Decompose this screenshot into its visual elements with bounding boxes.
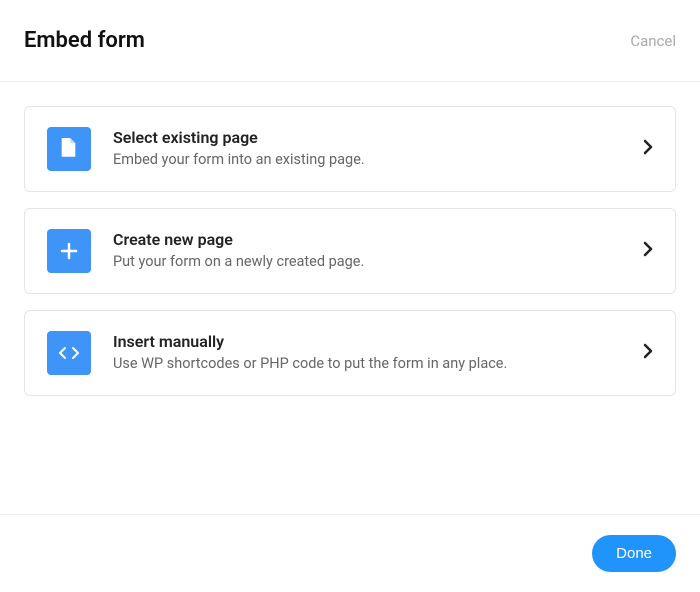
dialog-header: Embed form Cancel	[0, 0, 700, 81]
code-icon	[47, 331, 91, 375]
options-list: Select existing page Embed your form int…	[0, 82, 700, 436]
option-description: Use WP shortcodes or PHP code to put the…	[113, 355, 631, 374]
option-text: Create new page Put your form on a newly…	[113, 230, 631, 272]
option-title: Insert manually	[113, 332, 631, 351]
option-select-existing-page[interactable]: Select existing page Embed your form int…	[24, 106, 676, 192]
option-title: Select existing page	[113, 128, 631, 147]
option-description: Embed your form into an existing page.	[113, 151, 631, 170]
dialog-footer: Done	[0, 514, 700, 592]
cancel-button[interactable]: Cancel	[630, 32, 676, 50]
chevron-right-icon	[643, 241, 653, 261]
page-icon	[47, 127, 91, 171]
option-title: Create new page	[113, 230, 631, 249]
chevron-right-icon	[643, 139, 653, 159]
done-button[interactable]: Done	[592, 535, 676, 572]
chevron-right-icon	[643, 343, 653, 363]
plus-icon	[47, 229, 91, 273]
option-text: Insert manually Use WP shortcodes or PHP…	[113, 332, 631, 374]
option-create-new-page[interactable]: Create new page Put your form on a newly…	[24, 208, 676, 294]
option-insert-manually[interactable]: Insert manually Use WP shortcodes or PHP…	[24, 310, 676, 396]
option-text: Select existing page Embed your form int…	[113, 128, 631, 170]
dialog-title: Embed form	[24, 28, 145, 53]
option-description: Put your form on a newly created page.	[113, 253, 631, 272]
